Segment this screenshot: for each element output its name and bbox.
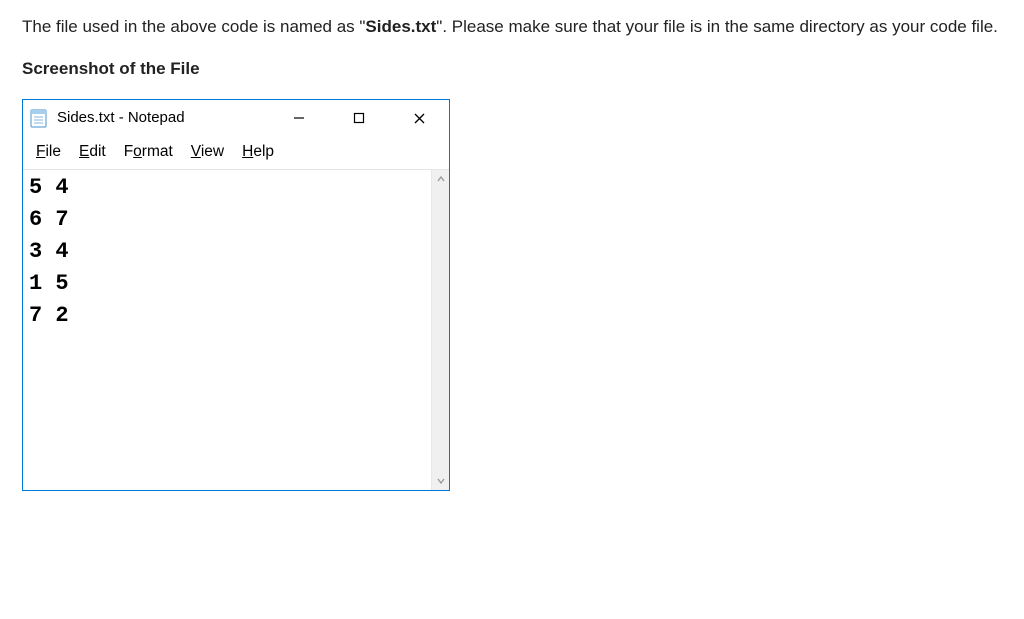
maximize-button[interactable]: [329, 100, 389, 136]
window-controls: [269, 100, 449, 136]
menu-format-accel: o: [133, 143, 142, 160]
intro-paragraph: The file used in the above code is named…: [22, 14, 1002, 40]
intro-suffix: ". Please make sure that your file is in…: [436, 17, 998, 36]
minimize-button[interactable]: [269, 100, 329, 136]
section-heading: Screenshot of the File: [22, 56, 1002, 82]
content-area: 5 4 6 7 3 4 1 5 7 2: [23, 169, 449, 490]
close-button[interactable]: [389, 100, 449, 136]
menu-help-accel: H: [242, 143, 253, 160]
window-title: Sides.txt - Notepad: [57, 107, 269, 130]
menu-view-rest: iew: [201, 143, 224, 160]
notepad-icon: [29, 107, 49, 129]
menu-bar: File Edit Format View Help: [23, 136, 449, 169]
scroll-up-arrow-icon[interactable]: [432, 170, 449, 188]
window-titlebar[interactable]: Sides.txt - Notepad: [23, 100, 449, 136]
menu-format-rest: rmat: [142, 143, 173, 160]
text-editor[interactable]: 5 4 6 7 3 4 1 5 7 2: [23, 170, 431, 490]
notepad-window: Sides.txt - Notepad File Edit Format Vie…: [22, 99, 450, 491]
menu-file[interactable]: File: [27, 138, 70, 165]
menu-format-pre: F: [124, 143, 133, 160]
menu-view[interactable]: View: [182, 138, 233, 165]
menu-edit[interactable]: Edit: [70, 138, 115, 165]
menu-edit-rest: dit: [89, 143, 105, 160]
scroll-down-arrow-icon[interactable]: [432, 472, 449, 490]
menu-help-rest: elp: [253, 143, 274, 160]
intro-prefix: The file used in the above code is named…: [22, 17, 365, 36]
intro-filename: Sides.txt: [365, 17, 436, 36]
menu-edit-accel: E: [79, 143, 89, 160]
menu-format[interactable]: Format: [115, 138, 182, 165]
menu-help[interactable]: Help: [233, 138, 283, 165]
menu-file-rest: ile: [45, 143, 61, 160]
vertical-scrollbar[interactable]: [431, 170, 449, 490]
menu-view-accel: V: [191, 143, 201, 160]
